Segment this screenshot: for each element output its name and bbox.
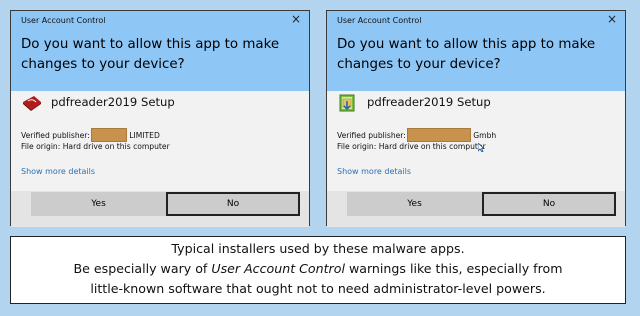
uac-title: User Account Control xyxy=(337,16,422,25)
file-origin: File origin: Hard drive on this computer xyxy=(337,142,486,151)
publisher-info: Verified publisher: LIMITED File origin:… xyxy=(21,128,170,153)
button-bar: Yes No xyxy=(327,191,625,227)
publisher-info: Verified publisher: Gmbh File origin: Ha… xyxy=(337,128,497,153)
redaction-box xyxy=(406,128,471,142)
app-name: pdfreader2019 Setup xyxy=(367,95,491,109)
app-row: pdfreader2019 Setup xyxy=(327,93,625,113)
caption-line-3: little-known software that ought not to … xyxy=(90,281,546,296)
uac-question: Do you want to allow this app to make ch… xyxy=(337,37,596,72)
red-pdf-icon xyxy=(23,96,41,111)
close-icon[interactable]: × xyxy=(607,12,617,26)
uac-dialog-left: User Account Control × Do you want to al… xyxy=(10,10,310,227)
publisher-label: Verified publisher: xyxy=(21,131,90,140)
caption-line-2: Be especially wary of User Account Contr… xyxy=(11,259,625,279)
button-bar: Yes No xyxy=(11,191,309,227)
no-button[interactable]: No xyxy=(166,192,300,216)
uac-question: Do you want to allow this app to make ch… xyxy=(21,37,280,72)
app-row: pdfreader2019 Setup xyxy=(11,93,309,113)
publisher-line: Verified publisher: LIMITED xyxy=(21,128,170,142)
caption-emphasis: User Account Control xyxy=(211,261,345,276)
uac-header: User Account Control × Do you want to al… xyxy=(11,11,309,91)
uac-title: User Account Control xyxy=(21,16,106,25)
publisher-line: Verified publisher: Gmbh xyxy=(337,128,497,142)
app-name: pdfreader2019 Setup xyxy=(51,95,175,109)
mouse-cursor-icon xyxy=(478,143,485,152)
no-button[interactable]: No xyxy=(482,192,616,216)
installer-box-icon xyxy=(339,94,355,112)
show-more-details-link[interactable]: Show more details xyxy=(337,167,411,176)
publisher-suffix: LIMITED xyxy=(129,131,160,140)
redaction-box xyxy=(90,128,127,142)
uac-header: User Account Control × Do you want to al… xyxy=(327,11,625,91)
publisher-suffix: Gmbh xyxy=(473,131,497,140)
publisher-label: Verified publisher: xyxy=(337,131,406,140)
yes-button[interactable]: Yes xyxy=(347,192,482,216)
caption-line-1: Typical installers used by these malware… xyxy=(171,241,465,256)
caption-box: Typical installers used by these malware… xyxy=(10,236,626,304)
caption-line-2-post: warnings like this, especially from xyxy=(344,261,563,276)
close-icon[interactable]: × xyxy=(291,12,301,26)
yes-button[interactable]: Yes xyxy=(31,192,166,216)
show-more-details-link[interactable]: Show more details xyxy=(21,167,95,176)
file-origin: File origin: Hard drive on this computer xyxy=(21,142,170,151)
uac-dialog-right: User Account Control × Do you want to al… xyxy=(326,10,626,227)
caption-line-2-pre: Be especially wary of xyxy=(73,261,212,276)
